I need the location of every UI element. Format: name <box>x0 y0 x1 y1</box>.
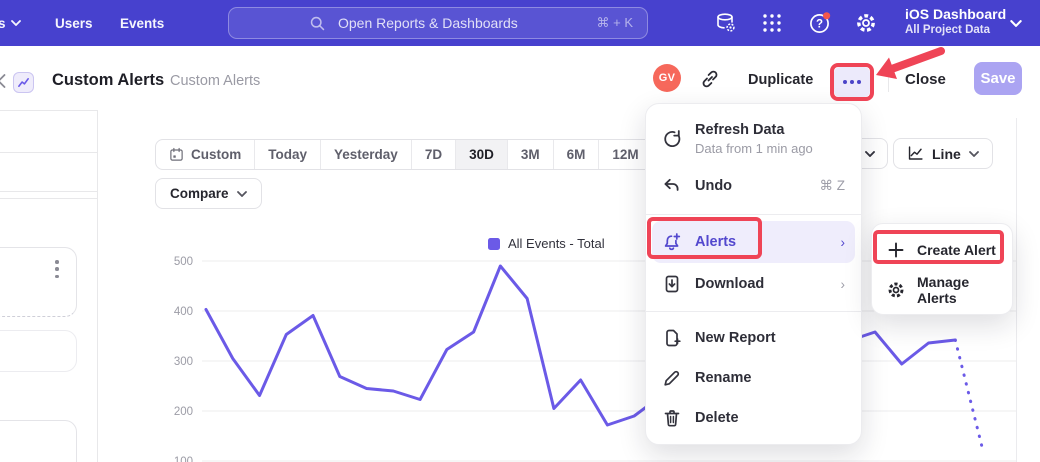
svg-text:100: 100 <box>174 456 193 462</box>
menu-divider <box>646 311 861 312</box>
alerts-submenu: Create Alert Manage Alerts <box>871 223 1013 315</box>
download-icon <box>662 274 682 294</box>
submenu-chevron: › <box>841 235 846 250</box>
menu-item-alerts[interactable]: Alerts › <box>652 221 855 263</box>
menu-item-undo[interactable]: Undo ⌘ Z <box>646 164 861 208</box>
menu-item-delete[interactable]: Delete <box>646 398 861 438</box>
menu-item-refresh-data[interactable]: Refresh Data Data from 1 min ago <box>646 114 861 164</box>
undo-shortcut: ⌘ Z <box>820 178 846 194</box>
submenu-item-manage-alerts[interactable]: Manage Alerts <box>872 270 1012 310</box>
menu-item-new-report[interactable]: New Report <box>646 318 861 358</box>
menu-divider <box>646 214 861 215</box>
legend-swatch <box>488 238 500 250</box>
refresh-data-freshness: Data from 1 min ago <box>695 141 813 156</box>
report-options-menu: Refresh Data Data from 1 min ago Undo ⌘ … <box>645 103 862 445</box>
menu-item-download[interactable]: Download › <box>646 263 861 305</box>
chart-legend[interactable]: All Events - Total <box>488 236 605 251</box>
svg-text:300: 300 <box>174 356 193 368</box>
bell-plus-icon <box>662 232 682 252</box>
menu-item-rename[interactable]: Rename <box>646 358 861 398</box>
pencil-icon <box>662 368 682 388</box>
trash-icon <box>662 408 682 428</box>
plus-icon <box>886 240 906 260</box>
svg-text:400: 400 <box>174 306 193 318</box>
gear-icon <box>886 280 906 300</box>
legend-label: All Events - Total <box>508 236 605 251</box>
chevron-down-icon <box>865 151 875 157</box>
refresh-icon <box>662 129 682 149</box>
submenu-item-create-alert[interactable]: Create Alert <box>872 230 1012 270</box>
submenu-chevron: › <box>841 277 846 292</box>
undo-icon <box>662 176 682 196</box>
svg-text:200: 200 <box>174 406 193 418</box>
svg-text:500: 500 <box>174 256 193 268</box>
file-plus-icon <box>662 328 682 348</box>
